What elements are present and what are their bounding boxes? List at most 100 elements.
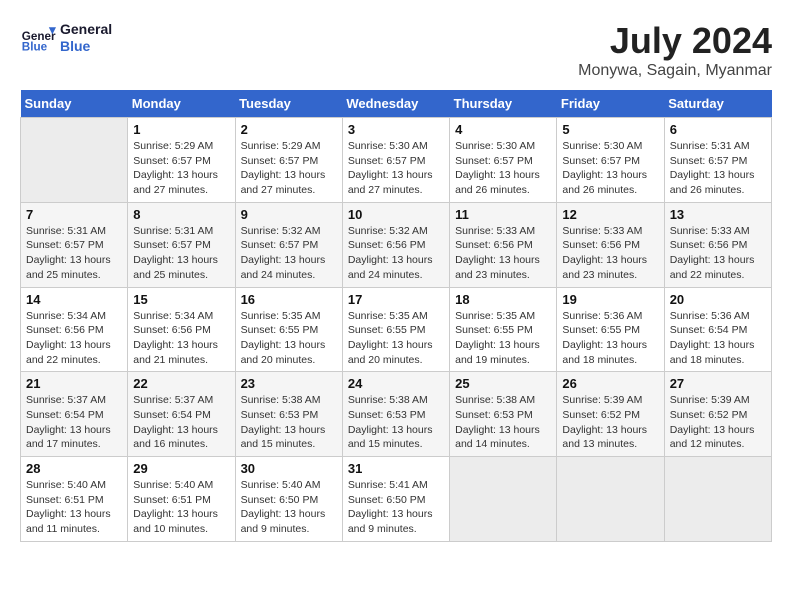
day-number: 1	[133, 122, 229, 137]
day-number: 12	[562, 207, 658, 222]
calendar-cell	[557, 457, 664, 542]
day-info: Sunrise: 5:31 AM Sunset: 6:57 PM Dayligh…	[133, 224, 229, 283]
day-info: Sunrise: 5:38 AM Sunset: 6:53 PM Dayligh…	[455, 393, 551, 452]
day-number: 2	[241, 122, 337, 137]
weekday-header: Friday	[557, 90, 664, 118]
calendar-cell: 25 Sunrise: 5:38 AM Sunset: 6:53 PM Dayli…	[450, 372, 557, 457]
day-info: Sunrise: 5:32 AM Sunset: 6:57 PM Dayligh…	[241, 224, 337, 283]
day-info: Sunrise: 5:33 AM Sunset: 6:56 PM Dayligh…	[455, 224, 551, 283]
month-year: July 2024	[578, 20, 772, 62]
day-number: 9	[241, 207, 337, 222]
day-number: 8	[133, 207, 229, 222]
day-info: Sunrise: 5:38 AM Sunset: 6:53 PM Dayligh…	[348, 393, 444, 452]
day-info: Sunrise: 5:36 AM Sunset: 6:55 PM Dayligh…	[562, 309, 658, 368]
weekday-header: Tuesday	[235, 90, 342, 118]
calendar-cell: 18 Sunrise: 5:35 AM Sunset: 6:55 PM Dayli…	[450, 287, 557, 372]
day-number: 3	[348, 122, 444, 137]
calendar-cell: 31 Sunrise: 5:41 AM Sunset: 6:50 PM Dayli…	[342, 457, 449, 542]
location: Monywa, Sagain, Myanmar	[578, 62, 772, 80]
calendar-cell	[21, 118, 128, 203]
day-info: Sunrise: 5:34 AM Sunset: 6:56 PM Dayligh…	[133, 309, 229, 368]
day-info: Sunrise: 5:37 AM Sunset: 6:54 PM Dayligh…	[133, 393, 229, 452]
day-number: 31	[348, 461, 444, 476]
calendar-cell	[664, 457, 771, 542]
day-number: 13	[670, 207, 766, 222]
title-block: July 2024 Monywa, Sagain, Myanmar	[578, 20, 772, 80]
calendar-cell: 10 Sunrise: 5:32 AM Sunset: 6:56 PM Dayli…	[342, 202, 449, 287]
calendar-cell: 14 Sunrise: 5:34 AM Sunset: 6:56 PM Dayli…	[21, 287, 128, 372]
day-number: 10	[348, 207, 444, 222]
day-number: 22	[133, 376, 229, 391]
calendar-cell	[450, 457, 557, 542]
calendar-cell: 11Sunrise: 5:33 AM Sunset: 6:56 PM Dayli…	[450, 202, 557, 287]
day-info: Sunrise: 5:29 AM Sunset: 6:57 PM Dayligh…	[241, 139, 337, 198]
day-number: 25	[455, 376, 551, 391]
day-number: 30	[241, 461, 337, 476]
day-number: 27	[670, 376, 766, 391]
day-number: 28	[26, 461, 122, 476]
day-number: 16	[241, 292, 337, 307]
day-info: Sunrise: 5:35 AM Sunset: 6:55 PM Dayligh…	[241, 309, 337, 368]
day-number: 23	[241, 376, 337, 391]
day-number: 24	[348, 376, 444, 391]
day-info: Sunrise: 5:35 AM Sunset: 6:55 PM Dayligh…	[348, 309, 444, 368]
day-number: 7	[26, 207, 122, 222]
day-number: 18	[455, 292, 551, 307]
day-info: Sunrise: 5:32 AM Sunset: 6:56 PM Dayligh…	[348, 224, 444, 283]
day-info: Sunrise: 5:38 AM Sunset: 6:53 PM Dayligh…	[241, 393, 337, 452]
day-number: 29	[133, 461, 229, 476]
day-info: Sunrise: 5:40 AM Sunset: 6:51 PM Dayligh…	[26, 478, 122, 537]
day-info: Sunrise: 5:41 AM Sunset: 6:50 PM Dayligh…	[348, 478, 444, 537]
day-info: Sunrise: 5:30 AM Sunset: 6:57 PM Dayligh…	[455, 139, 551, 198]
calendar-cell: 15 Sunrise: 5:34 AM Sunset: 6:56 PM Dayli…	[128, 287, 235, 372]
day-info: Sunrise: 5:29 AM Sunset: 6:57 PM Dayligh…	[133, 139, 229, 198]
calendar-cell: 8 Sunrise: 5:31 AM Sunset: 6:57 PM Daylig…	[128, 202, 235, 287]
page-header: General Blue General Blue July 2024 Mony…	[20, 20, 772, 80]
day-number: 14	[26, 292, 122, 307]
day-info: Sunrise: 5:37 AM Sunset: 6:54 PM Dayligh…	[26, 393, 122, 452]
day-info: Sunrise: 5:30 AM Sunset: 6:57 PM Dayligh…	[562, 139, 658, 198]
logo-icon: General Blue	[20, 20, 56, 56]
calendar-cell: 2 Sunrise: 5:29 AM Sunset: 6:57 PM Daylig…	[235, 118, 342, 203]
calendar-table: SundayMondayTuesdayWednesdayThursdayFrid…	[20, 90, 772, 542]
day-number: 21	[26, 376, 122, 391]
day-number: 4	[455, 122, 551, 137]
calendar-cell: 29 Sunrise: 5:40 AM Sunset: 6:51 PM Dayli…	[128, 457, 235, 542]
weekday-header: Thursday	[450, 90, 557, 118]
day-info: Sunrise: 5:39 AM Sunset: 6:52 PM Dayligh…	[562, 393, 658, 452]
day-number: 19	[562, 292, 658, 307]
day-number: 20	[670, 292, 766, 307]
calendar-cell: 5Sunrise: 5:30 AM Sunset: 6:57 PM Daylig…	[557, 118, 664, 203]
logo: General Blue General Blue	[20, 20, 112, 56]
calendar-cell: 17Sunrise: 5:35 AM Sunset: 6:55 PM Dayli…	[342, 287, 449, 372]
day-number: 15	[133, 292, 229, 307]
calendar-cell: 21 Sunrise: 5:37 AM Sunset: 6:54 PM Dayli…	[21, 372, 128, 457]
day-number: 26	[562, 376, 658, 391]
calendar-cell: 26 Sunrise: 5:39 AM Sunset: 6:52 PM Dayli…	[557, 372, 664, 457]
calendar-cell: 9 Sunrise: 5:32 AM Sunset: 6:57 PM Daylig…	[235, 202, 342, 287]
logo-text: General	[60, 21, 112, 38]
calendar-cell: 30 Sunrise: 5:40 AM Sunset: 6:50 PM Dayli…	[235, 457, 342, 542]
calendar-cell: 23 Sunrise: 5:38 AM Sunset: 6:53 PM Dayli…	[235, 372, 342, 457]
calendar-cell: 4 Sunrise: 5:30 AM Sunset: 6:57 PM Daylig…	[450, 118, 557, 203]
day-info: Sunrise: 5:33 AM Sunset: 6:56 PM Dayligh…	[562, 224, 658, 283]
day-info: Sunrise: 5:34 AM Sunset: 6:56 PM Dayligh…	[26, 309, 122, 368]
logo-subtext: Blue	[60, 38, 112, 55]
calendar-cell: 3 Sunrise: 5:30 AM Sunset: 6:57 PM Daylig…	[342, 118, 449, 203]
calendar-cell: 13 Sunrise: 5:33 AM Sunset: 6:56 PM Dayli…	[664, 202, 771, 287]
day-info: Sunrise: 5:33 AM Sunset: 6:56 PM Dayligh…	[670, 224, 766, 283]
calendar-cell: 19 Sunrise: 5:36 AM Sunset: 6:55 PM Dayli…	[557, 287, 664, 372]
day-info: Sunrise: 5:31 AM Sunset: 6:57 PM Dayligh…	[26, 224, 122, 283]
day-info: Sunrise: 5:39 AM Sunset: 6:52 PM Dayligh…	[670, 393, 766, 452]
day-number: 6	[670, 122, 766, 137]
day-info: Sunrise: 5:30 AM Sunset: 6:57 PM Dayligh…	[348, 139, 444, 198]
calendar-cell: 1 Sunrise: 5:29 AM Sunset: 6:57 PM Daylig…	[128, 118, 235, 203]
calendar-cell: 7 Sunrise: 5:31 AM Sunset: 6:57 PM Daylig…	[21, 202, 128, 287]
calendar-cell: 20Sunrise: 5:36 AM Sunset: 6:54 PM Dayli…	[664, 287, 771, 372]
day-info: Sunrise: 5:40 AM Sunset: 6:50 PM Dayligh…	[241, 478, 337, 537]
calendar-cell: 22 Sunrise: 5:37 AM Sunset: 6:54 PM Dayli…	[128, 372, 235, 457]
calendar-header: SundayMondayTuesdayWednesdayThursdayFrid…	[21, 90, 772, 118]
day-info: Sunrise: 5:31 AM Sunset: 6:57 PM Dayligh…	[670, 139, 766, 198]
day-info: Sunrise: 5:40 AM Sunset: 6:51 PM Dayligh…	[133, 478, 229, 537]
day-info: Sunrise: 5:35 AM Sunset: 6:55 PM Dayligh…	[455, 309, 551, 368]
